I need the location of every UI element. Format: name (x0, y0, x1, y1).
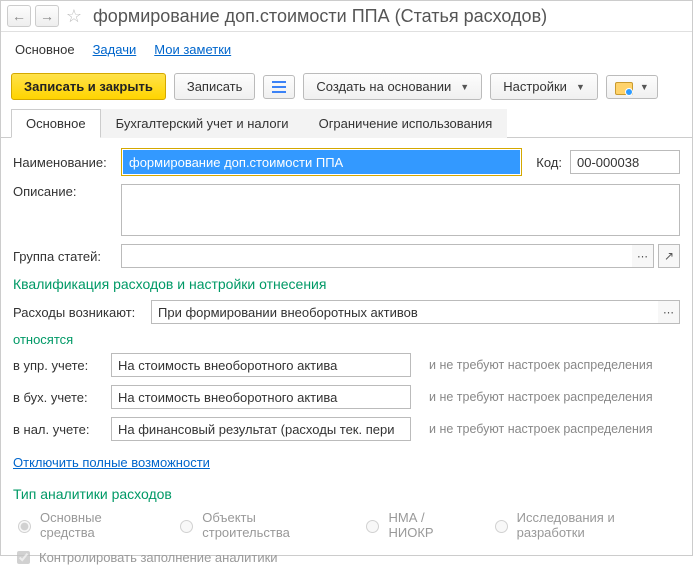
radio-intangible-label: НМА / НИОКР (388, 510, 469, 540)
radio-fixed-assets[interactable]: Основные средства (13, 510, 155, 540)
settings-label: Настройки (503, 79, 567, 94)
radio-intangible[interactable]: НМА / НИОКР (361, 510, 469, 540)
name-input[interactable] (123, 150, 520, 174)
tab-main[interactable]: Основное (11, 109, 101, 138)
folder-icon (615, 80, 631, 94)
chevron-down-icon: ▼ (460, 82, 469, 92)
create-based-on-label: Создать на основании (316, 79, 451, 94)
occur-lookup-button[interactable]: ⋯ (658, 300, 680, 324)
book-acc-hint: и не требуют настроек распределения (429, 390, 680, 404)
group-expand-button[interactable]: ↗ (658, 244, 680, 268)
topnav-notes[interactable]: Мои заметки (154, 42, 231, 57)
book-acc-label: в бух. учете: (13, 390, 103, 405)
more-actions-button[interactable]: ▼ (606, 75, 658, 99)
topnav-main[interactable]: Основное (15, 42, 75, 57)
radio-construction-label: Объекты строительства (202, 510, 341, 540)
favorite-star-icon[interactable]: ☆ (63, 5, 85, 27)
radio-fixed-assets-label: Основные средства (40, 510, 155, 540)
tab-accounting[interactable]: Бухгалтерский учет и налоги (101, 109, 304, 138)
chevron-down-icon: ▼ (576, 82, 585, 92)
group-label: Группа статей: (13, 249, 113, 264)
expand-icon: ↗ (664, 249, 674, 263)
mgmt-acc-label: в упр. учете: (13, 358, 103, 373)
code-input[interactable] (570, 150, 680, 174)
settings-button[interactable]: Настройки ▼ (490, 73, 598, 100)
occur-input[interactable] (151, 300, 658, 324)
radio-research[interactable]: Исследования и разработки (490, 510, 680, 540)
tax-acc-label: в нал. учете: (13, 422, 103, 437)
description-textarea[interactable] (121, 184, 680, 236)
tax-acc-input[interactable] (111, 417, 411, 441)
group-lookup-button[interactable]: ⋯ (632, 244, 654, 268)
description-label: Описание: (13, 184, 113, 199)
tab-restriction[interactable]: Ограничение использования (304, 109, 508, 138)
radio-construction[interactable]: Объекты строительства (175, 510, 341, 540)
control-analytics-checkbox[interactable]: Контролировать заполнение аналитики (13, 548, 680, 567)
toggle-full-features-link[interactable]: Отключить полные возможности (13, 455, 210, 470)
mgmt-acc-hint: и не требуют настроек распределения (429, 358, 680, 372)
tax-acc-hint: и не требуют настроек распределения (429, 422, 680, 436)
name-label: Наименование: (13, 155, 113, 170)
save-and-close-button[interactable]: Записать и закрыть (11, 73, 166, 100)
window-title: формирование доп.стоимости ППА (Статья р… (93, 6, 547, 27)
chevron-down-icon: ▼ (640, 82, 649, 92)
create-based-on-button[interactable]: Создать на основании ▼ (303, 73, 482, 100)
code-label: Код: (536, 155, 562, 170)
topnav-tasks[interactable]: Задачи (93, 42, 137, 57)
analytics-title: Тип аналитики расходов (13, 486, 680, 502)
control-analytics-label: Контролировать заполнение аналитики (39, 550, 278, 565)
occur-label: Расходы возникают: (13, 305, 143, 320)
relate-label: относятся (13, 332, 680, 347)
book-acc-input[interactable] (111, 385, 411, 409)
list-view-button[interactable] (263, 75, 295, 99)
radio-research-label: Исследования и разработки (517, 510, 680, 540)
group-input[interactable] (121, 244, 632, 268)
list-icon (272, 80, 286, 94)
mgmt-acc-input[interactable] (111, 353, 411, 377)
save-button[interactable]: Записать (174, 73, 256, 100)
nav-back-button[interactable]: ← (7, 5, 31, 27)
qualification-title: Квалификация расходов и настройки отнесе… (13, 276, 680, 292)
nav-forward-button[interactable]: → (35, 5, 59, 27)
